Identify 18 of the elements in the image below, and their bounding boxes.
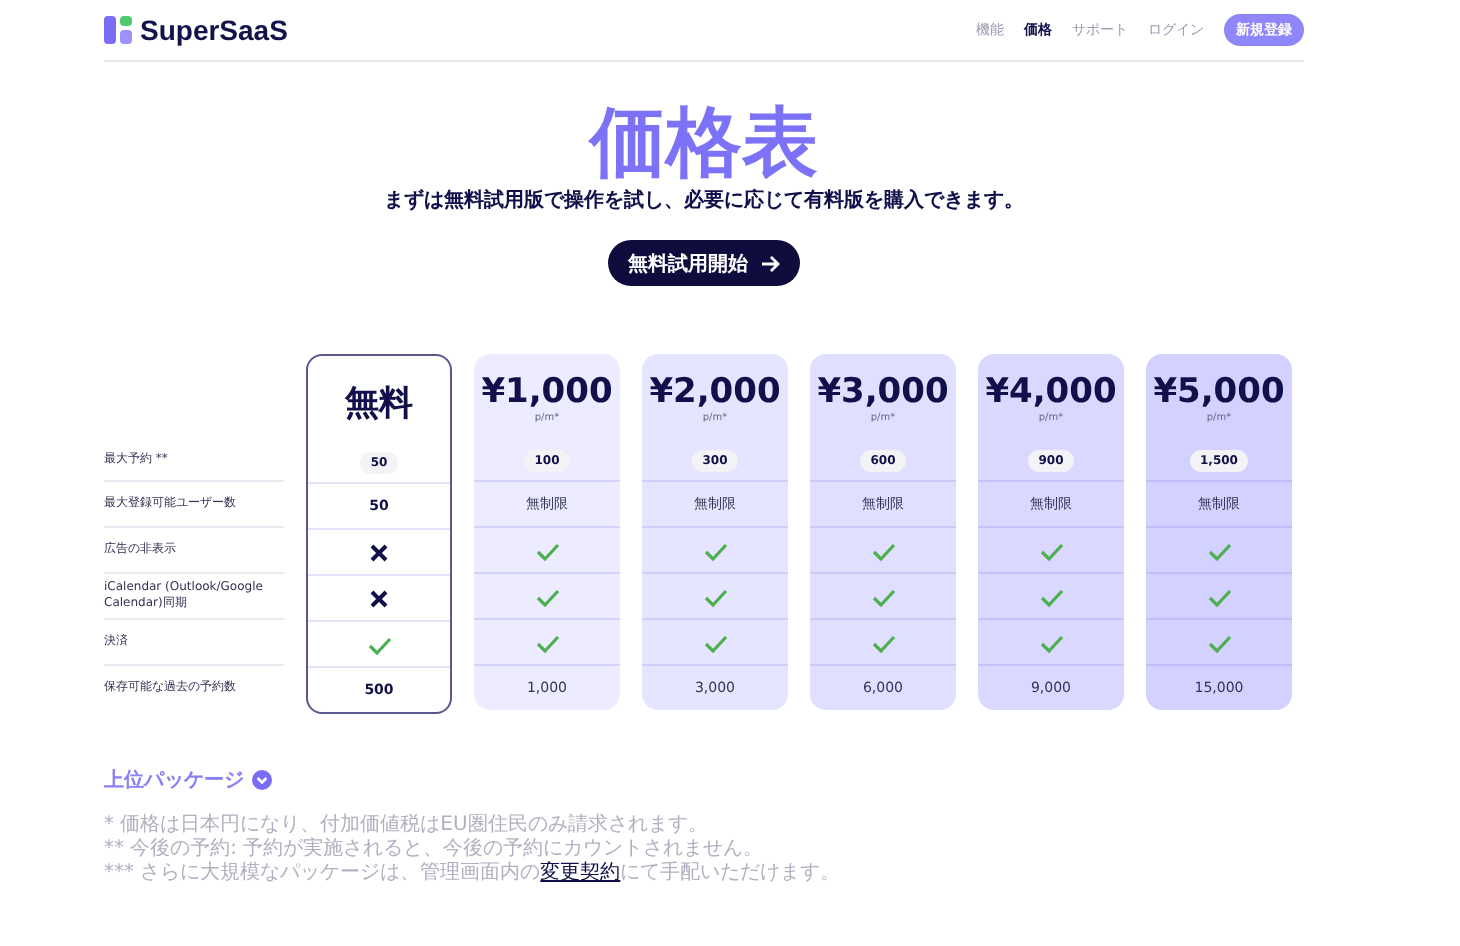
contract-change-link[interactable]: 変更契約 [540,862,621,884]
plan-price: 無料 [345,382,413,426]
footnote: * 価格は日本円になり、付加価値税はEU圏住民のみ請求されます。 [104,814,710,837]
plan-price: ¥4,000 [985,371,1117,411]
plan-price: ¥5,000 [1153,371,1285,411]
chevron-down-icon [252,770,272,790]
logo-text[interactable]: SuperSaaS [140,14,288,46]
arrow-icon [760,253,780,273]
footnote: ** 今後の予約: 予約が実施されると、今後の予約にカウントされません。 [104,838,766,861]
page-title: 価格表 [590,98,818,186]
trial-button[interactable]: 無料試用開始 [608,240,800,286]
logo-icon [104,16,132,44]
subtitle: まずは無料試用版で操作を試し、必要に応じて有料版を購入できます。 [384,186,1024,214]
more-packages-link[interactable]: 上位パッケージ [104,766,272,794]
footnote: *** さらに大規模なパッケージは、管理画面内の変更契約にて手配いただけます。 [104,862,843,886]
plan-price: ¥1,000 [481,371,613,411]
plan-price: ¥2,000 [649,371,781,411]
plan-price: ¥3,000 [817,371,949,411]
